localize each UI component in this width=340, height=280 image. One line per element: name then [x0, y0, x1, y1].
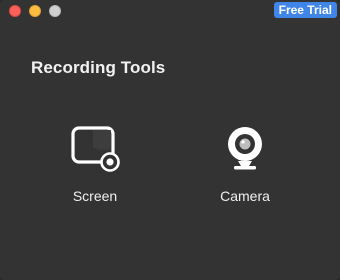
screen-tool-label: Screen [72, 188, 118, 204]
window-controls [9, 5, 61, 17]
minimize-window-button[interactable] [29, 5, 41, 17]
camera-tool-label: Camera [220, 188, 270, 204]
screen-record-icon [67, 122, 123, 178]
webcam-icon [217, 122, 273, 178]
free-trial-badge[interactable]: Free Trial [273, 2, 337, 18]
app-window: Free Trial Recording Tools Screen Camera [0, 0, 340, 280]
close-window-button[interactable] [9, 5, 21, 17]
screen-tool-button[interactable]: Screen [50, 122, 140, 204]
maximize-window-button[interactable] [49, 5, 61, 17]
page-title: Recording Tools [31, 58, 166, 77]
camera-tool-button[interactable]: Camera [200, 122, 290, 204]
